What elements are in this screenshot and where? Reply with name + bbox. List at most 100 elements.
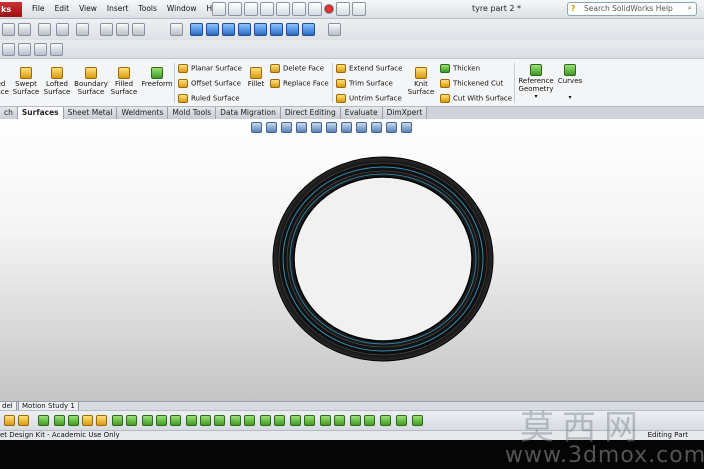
planar-surface-button[interactable]: Planar Surface [178, 64, 242, 74]
sketch-tool-icon[interactable] [18, 415, 29, 426]
sketch-tool-icon[interactable] [396, 415, 407, 426]
isometric-view-icon[interactable] [286, 23, 299, 36]
tab-dimxpert[interactable]: DimXpert [382, 107, 428, 119]
extrude-icon[interactable] [34, 43, 47, 56]
view-orientation-icon[interactable] [311, 122, 322, 133]
print-icon[interactable] [276, 2, 290, 16]
sketch-tool-icon[interactable] [244, 415, 255, 426]
tab-mold-tools[interactable]: Mold Tools [168, 107, 217, 119]
select-icon[interactable] [308, 2, 322, 16]
boundary-surface-button[interactable]: Boundary Surface [73, 67, 109, 96]
extruded-surface-button[interactable]: ed face [0, 67, 12, 96]
tab-sheet-metal[interactable]: Sheet Metal [63, 107, 118, 119]
lofted-surface-button[interactable]: Lofted Surface [42, 67, 72, 96]
sketch-tool-icon[interactable] [364, 415, 375, 426]
new-document-icon[interactable] [228, 2, 242, 16]
untrim-surface-button[interactable]: Untrim Surface [336, 94, 402, 104]
thicken-button[interactable]: Thicken [440, 64, 480, 74]
trim-surface-button[interactable]: Trim Surface [336, 79, 393, 89]
left-view-icon[interactable] [222, 23, 235, 36]
tab-surfaces[interactable]: Surfaces [17, 107, 64, 119]
sketch-tool-icon[interactable] [126, 415, 137, 426]
options-icon[interactable] [352, 2, 366, 16]
sketch-tool-icon[interactable] [82, 415, 93, 426]
circle-icon[interactable] [452, 415, 463, 426]
bottom-view-icon[interactable] [270, 23, 283, 36]
delete-face-button[interactable]: Delete Face [270, 64, 324, 74]
chevron-down-icon[interactable]: ▾ [516, 93, 556, 101]
sketch-tool-icon[interactable] [320, 415, 331, 426]
sketch-tool-icon[interactable] [54, 415, 65, 426]
sketch-tool-icon[interactable] [380, 415, 391, 426]
normal-to-icon[interactable] [328, 23, 341, 36]
offset-surface-button[interactable]: Offset Surface [178, 79, 241, 89]
menu-insert[interactable]: Insert [102, 3, 134, 15]
file-properties-icon[interactable] [336, 2, 350, 16]
view-settings-icon[interactable] [386, 122, 397, 133]
sketch-tool-icon[interactable] [230, 415, 241, 426]
sketch-tool-icon[interactable] [112, 415, 123, 426]
menu-window[interactable]: Window [162, 3, 202, 15]
sketch-tool-icon[interactable] [4, 415, 15, 426]
zoom-to-fit-icon[interactable] [251, 122, 262, 133]
sketch-icon[interactable] [2, 43, 15, 56]
anchor-icon[interactable] [170, 23, 183, 36]
sketch-tool-icon[interactable] [156, 415, 167, 426]
sketch-tool-icon[interactable] [304, 415, 315, 426]
sketch-tool-icon[interactable] [200, 415, 211, 426]
save-icon[interactable] [260, 2, 274, 16]
tab-data-migration[interactable]: Data Migration [216, 107, 281, 119]
smart-dimension-icon[interactable] [18, 43, 31, 56]
menu-view[interactable]: View [74, 3, 102, 15]
replace-face-button[interactable]: Replace Face [270, 79, 329, 89]
right-view-icon[interactable] [238, 23, 251, 36]
menu-tools[interactable]: Tools [133, 3, 161, 15]
cut-icon[interactable] [50, 43, 63, 56]
hide-show-icon[interactable] [76, 23, 89, 36]
back-view-icon[interactable] [206, 23, 219, 36]
cut-with-surface-button[interactable]: Cut With Surface [440, 94, 512, 104]
reference-geometry-button[interactable]: Reference Geometry ▾ [516, 64, 556, 101]
sketch-tool-icon[interactable] [142, 415, 153, 426]
sketch-tool-icon[interactable] [186, 415, 197, 426]
section-view-icon[interactable] [296, 122, 307, 133]
freeform-button[interactable]: Freeform [140, 67, 174, 88]
graphics-area[interactable] [0, 119, 704, 401]
sketch-tool-icon[interactable] [350, 415, 361, 426]
edit-appearance-icon[interactable] [356, 122, 367, 133]
display-style-icon[interactable] [56, 23, 69, 36]
sketch-tool-icon[interactable] [334, 415, 345, 426]
tab-weldments[interactable]: Weldments [117, 107, 169, 119]
display-pane-icon[interactable] [401, 122, 412, 133]
sketch-tool-icon[interactable] [260, 415, 271, 426]
scene-icon[interactable] [116, 23, 129, 36]
section-view-icon[interactable] [18, 23, 31, 36]
line-icon[interactable] [468, 415, 479, 426]
sketch-tool-icon[interactable] [290, 415, 301, 426]
dimetric-view-icon[interactable] [302, 23, 315, 36]
search-icon[interactable]: ⌕ [688, 2, 692, 14]
rebuild-icon[interactable] [324, 4, 334, 14]
sketch-tool-icon[interactable] [412, 415, 423, 426]
sketch-tool-icon[interactable] [68, 415, 79, 426]
extend-surface-button[interactable]: Extend Surface [336, 64, 402, 74]
tyre-model[interactable] [272, 156, 494, 362]
hide-show-items-icon[interactable] [341, 122, 352, 133]
trim-icon[interactable] [500, 415, 511, 426]
sketch-tool-icon[interactable] [274, 415, 285, 426]
view-icon[interactable] [2, 23, 15, 36]
pin-icon[interactable] [212, 2, 226, 16]
help-search-input[interactable]: ? Search SolidWorks Help ⌕ [567, 2, 697, 16]
spline-icon[interactable] [484, 415, 495, 426]
top-view-icon[interactable] [254, 23, 267, 36]
sketch-tool-icon[interactable] [96, 415, 107, 426]
display-style-icon[interactable] [326, 122, 337, 133]
view-settings-icon[interactable] [132, 23, 145, 36]
curves-button[interactable]: Curves ▾ [556, 64, 584, 102]
undo-icon[interactable] [292, 2, 306, 16]
chevron-down-icon[interactable]: ▾ [556, 94, 584, 102]
sketch-tool-icon[interactable] [214, 415, 225, 426]
apply-scene-icon[interactable] [371, 122, 382, 133]
tab-evaluate[interactable]: Evaluate [340, 107, 383, 119]
open-icon[interactable] [244, 2, 258, 16]
